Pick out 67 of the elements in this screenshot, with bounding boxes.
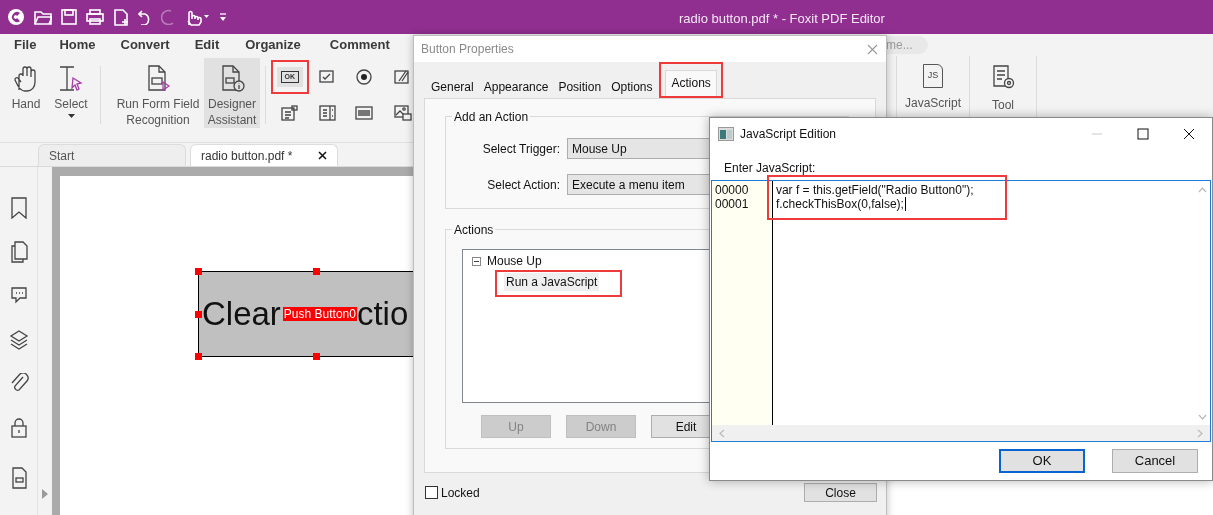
resize-handle[interactable]	[313, 268, 320, 275]
menu-item[interactable]: Comment	[329, 35, 390, 55]
close-button[interactable]: Close	[804, 483, 877, 502]
touch-mode-icon[interactable]	[184, 8, 210, 26]
close-icon[interactable]	[318, 151, 327, 160]
button-caption: Clear	[202, 294, 281, 335]
field-name-tag: Push Button0	[282, 307, 357, 321]
line-number: 00001	[715, 197, 750, 211]
caret-icon	[67, 114, 75, 118]
menu-item[interactable]: Convert	[120, 35, 170, 55]
barcode-tool-icon[interactable]	[355, 104, 375, 122]
ribbon-button[interactable]: Select	[48, 58, 94, 128]
code-line: f.checkThisBox(0,false);	[775, 197, 906, 211]
tree-item[interactable]: Mouse Up	[487, 252, 542, 270]
field-label: Select Action:	[486, 176, 561, 194]
menu-item[interactable]: Edit	[194, 35, 220, 55]
resize-handle[interactable]	[195, 268, 202, 275]
print-icon[interactable]	[86, 9, 104, 25]
radio-tool-icon[interactable]	[355, 68, 375, 86]
field-label: Enter JavaScript:	[723, 160, 817, 177]
app-logo-icon[interactable]	[7, 8, 25, 26]
window-title: radio button.pdf * - Foxit PDF Editor	[679, 10, 885, 28]
ribbon-button[interactable]: Designer Assistant	[204, 58, 260, 128]
pages-icon[interactable]	[8, 241, 29, 263]
menu-item[interactable]: Organize	[245, 35, 301, 55]
list-tool-icon[interactable]	[317, 104, 337, 122]
resize-handle[interactable]	[195, 311, 202, 318]
pen-tool-icon[interactable]	[392, 68, 412, 86]
layers-icon[interactable]	[8, 329, 29, 351]
tab[interactable]: Position	[553, 76, 607, 98]
resize-handle[interactable]	[195, 353, 202, 360]
tab[interactable]: General	[426, 76, 479, 98]
checkbox-tool-icon[interactable]	[317, 68, 337, 86]
dialog-button[interactable]: Cancel	[1112, 449, 1198, 473]
dialog-title: Button Properties	[421, 41, 514, 58]
tab[interactable]: Actions	[665, 70, 717, 96]
folder-icon[interactable]	[34, 9, 52, 25]
menu-item[interactable]: Home	[59, 35, 96, 55]
tab[interactable]: Options	[606, 76, 658, 98]
tab[interactable]: Appearance	[478, 76, 554, 98]
undo-icon[interactable]	[138, 9, 152, 25]
settings-icon	[991, 64, 1015, 90]
ribbon-button[interactable]: Run Form Field Recognition	[113, 58, 203, 128]
expand-panel-icon[interactable]	[42, 489, 48, 499]
customize-toolbar-icon[interactable]	[219, 12, 227, 22]
bookmark-icon[interactable]	[8, 197, 29, 219]
tree-item[interactable]: Run a JavaScript	[504, 273, 600, 291]
image-tool-icon[interactable]	[392, 104, 412, 122]
document-tab[interactable]: radio button.pdf *	[190, 144, 338, 166]
button-caption: ctio	[356, 294, 409, 335]
security-icon[interactable]	[8, 417, 29, 439]
line-number: 00000	[715, 183, 750, 197]
menu-item[interactable]: File	[14, 35, 37, 55]
combo-tool-icon[interactable]	[280, 104, 300, 122]
document-tab[interactable]: Start	[38, 144, 186, 166]
locked-checkbox[interactable]: Locked	[425, 483, 480, 502]
dialog-title: JavaScript Edition	[740, 125, 837, 143]
ribbon-button[interactable]: Hand	[6, 58, 46, 128]
dialog-button[interactable]: OK	[999, 449, 1085, 473]
resize-handle[interactable]	[313, 353, 320, 360]
collapse-icon[interactable]	[472, 256, 481, 266]
new-file-icon[interactable]	[113, 8, 129, 26]
window-icon	[718, 126, 734, 141]
js-file-icon: JS	[923, 64, 943, 88]
save-icon[interactable]	[61, 9, 77, 25]
checkbox[interactable]	[425, 486, 438, 499]
field-label: Select Trigger:	[481, 140, 561, 158]
